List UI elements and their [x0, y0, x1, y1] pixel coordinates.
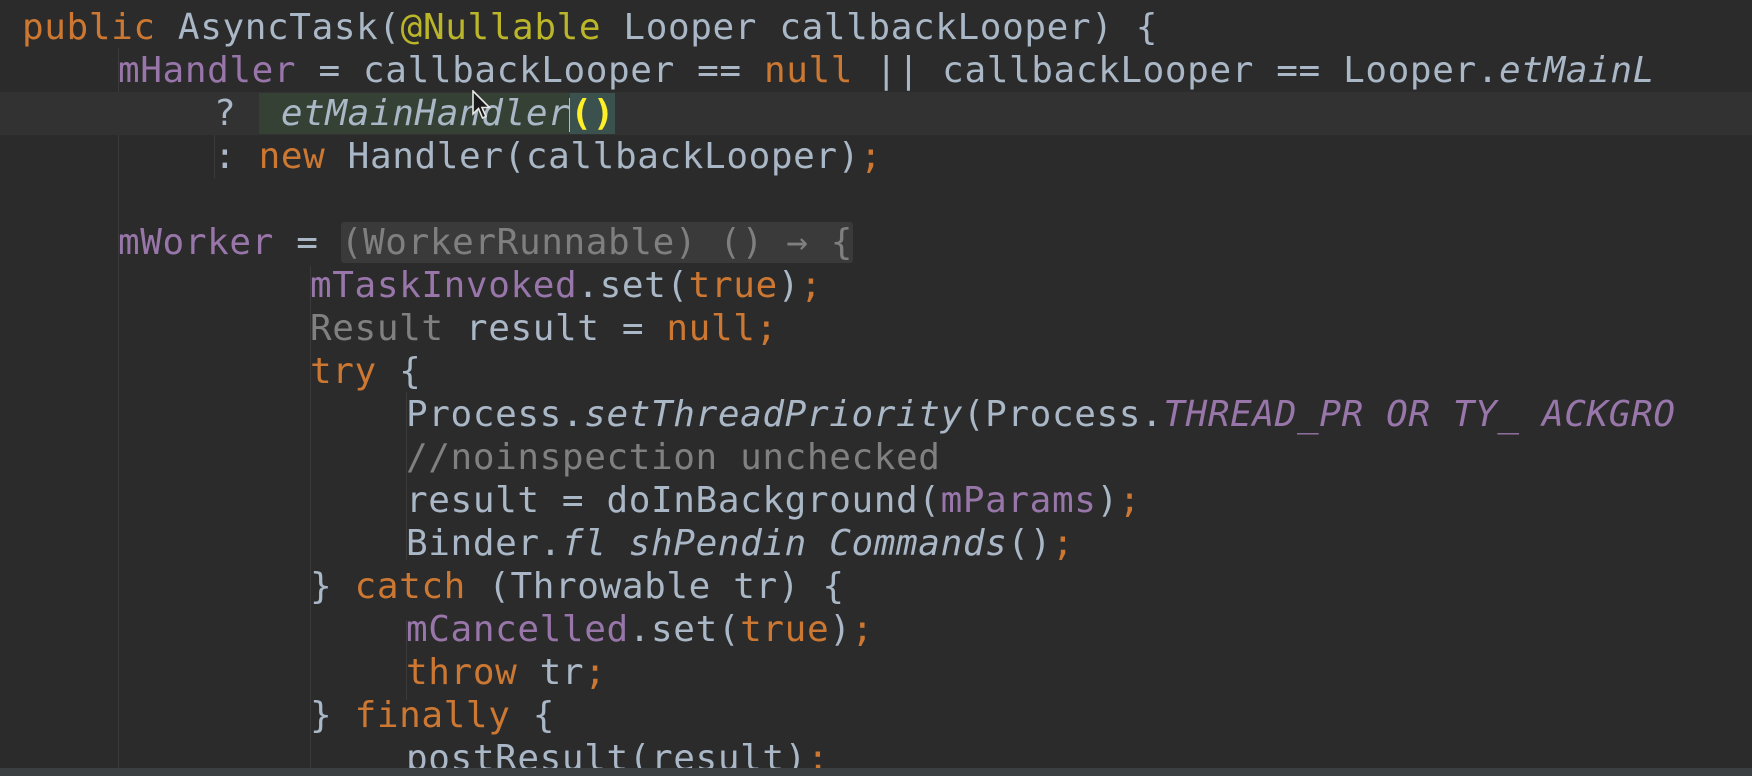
code-token: Handler(callbackLooper)	[347, 136, 860, 177]
code-line-content: mCancelled.set(true);	[406, 608, 874, 651]
code-token: }	[310, 695, 355, 736]
code-token: ?	[214, 93, 259, 134]
code-line-content: try {	[310, 350, 421, 393]
code-line[interactable]: : new Handler(callbackLooper);	[0, 135, 1752, 178]
code-token: catch	[354, 566, 466, 607]
code-token: THREAD_PR OR TY_ ACKGRO	[1163, 394, 1676, 435]
code-token: )	[829, 609, 852, 650]
code-line[interactable]: mCancelled.set(true);	[0, 608, 1752, 651]
code-line-content: : new Handler(callbackLooper);	[214, 135, 882, 178]
code-token: new	[258, 136, 348, 177]
code-token: (Throwable tr) {	[465, 566, 845, 607]
code-token: || callbackLooper == Looper.	[853, 50, 1500, 91]
code-line-content: result = doInBackground(mParams);	[406, 479, 1141, 522]
code-token: Looper callbackLooper) {	[601, 7, 1158, 48]
code-token: }	[310, 566, 355, 607]
code-line[interactable]: //noinspection unchecked	[0, 436, 1752, 479]
code-editor[interactable]: public AsyncTask(@Nullable Looper callba…	[0, 0, 1752, 776]
code-token: ;	[584, 652, 607, 693]
code-token: tr	[517, 652, 585, 693]
code-token: result =	[443, 308, 667, 349]
code-line[interactable]	[0, 178, 1752, 221]
code-line-content: mHandler = callbackLooper == null || cal…	[118, 49, 1655, 92]
code-token: .set(	[628, 609, 741, 650]
code-line[interactable]: Binder.fl shPendin Commands();	[0, 522, 1752, 565]
mouse-arrow-icon	[472, 90, 492, 120]
code-token: .set(	[577, 265, 689, 306]
code-line[interactable]: } finally {	[0, 694, 1752, 737]
code-token: true	[740, 609, 830, 650]
code-token: mWorker	[118, 222, 274, 263]
code-line-content: //noinspection unchecked	[406, 436, 941, 479]
code-line[interactable]: public AsyncTask(@Nullable Looper callba…	[0, 6, 1752, 49]
code-token: )	[777, 265, 801, 306]
code-token: result = doInBackground(	[406, 480, 941, 521]
code-token: ;	[851, 609, 874, 650]
code-line-content: mTaskInvoked.set(true);	[310, 264, 822, 307]
current-code-line[interactable]: ? etMainHandler()	[0, 92, 1752, 135]
code-token: fl shPendin Commands	[561, 523, 1008, 564]
code-line-content: mWorker = (WorkerRunnable) () → {	[118, 221, 854, 264]
code-token: finally	[354, 695, 511, 736]
code-token: ()	[570, 93, 615, 134]
code-token: public	[22, 7, 178, 48]
code-line-content: ? etMainHandler()	[214, 92, 615, 135]
code-token: throw	[406, 652, 518, 693]
code-token: try	[310, 351, 377, 392]
code-line-content: Process.setThreadPriority(Process.THREAD…	[406, 393, 1676, 436]
code-token: mTaskInvoked	[310, 265, 578, 306]
code-line[interactable]: try {	[0, 350, 1752, 393]
code-token: ()	[1007, 523, 1052, 564]
code-token: @Nullable	[400, 7, 602, 48]
code-token: setThreadPriority	[584, 394, 963, 435]
code-line[interactable]: mWorker = (WorkerRunnable) () → {	[0, 221, 1752, 264]
code-token: mCancelled	[406, 609, 629, 650]
code-token: mHandler	[118, 50, 297, 91]
code-token: //noinspection unchecked	[406, 437, 941, 478]
code-line[interactable]: throw tr;	[0, 651, 1752, 694]
code-token: :	[214, 136, 259, 177]
code-token: ;	[755, 308, 778, 349]
code-line-content: Binder.fl shPendin Commands();	[406, 522, 1074, 565]
code-token: etMainHandler	[258, 93, 571, 134]
code-token: Binder.	[406, 523, 562, 564]
code-line[interactable]: mHandler = callbackLooper == null || cal…	[0, 49, 1752, 92]
code-token: true	[688, 265, 778, 306]
code-line-content: } catch (Throwable tr) {	[310, 565, 845, 608]
code-token: )	[1096, 480, 1119, 521]
code-token: Process.	[406, 394, 585, 435]
code-line[interactable]: } catch (Throwable tr) {	[0, 565, 1752, 608]
code-token: (WorkerRunnable) () → {	[340, 222, 854, 263]
code-token: null	[666, 308, 756, 349]
code-token: =	[273, 222, 341, 263]
code-line[interactable]: Process.setThreadPriority(Process.THREAD…	[0, 393, 1752, 436]
code-token: etMainL	[1499, 50, 1655, 91]
code-token: ;	[1051, 523, 1075, 564]
code-line-content: throw tr;	[406, 651, 606, 694]
code-token: = callbackLooper ==	[296, 50, 764, 91]
code-line[interactable]: mTaskInvoked.set(true);	[0, 264, 1752, 307]
code-line-content: Result result = null;	[310, 307, 778, 350]
code-token: null	[763, 50, 854, 91]
code-token: ;	[859, 136, 883, 177]
code-line[interactable]: result = doInBackground(mParams);	[0, 479, 1752, 522]
code-token: {	[376, 351, 422, 392]
code-line-content: } finally {	[310, 694, 555, 737]
code-line[interactable]: Result result = null;	[0, 307, 1752, 350]
code-token: (Process.	[962, 394, 1164, 435]
code-token: mParams	[940, 480, 1097, 521]
editor-bottom-edge	[0, 768, 1752, 776]
code-token: {	[510, 695, 556, 736]
code-line-content: public AsyncTask(@Nullable Looper callba…	[22, 6, 1158, 49]
code-token: ;	[800, 265, 823, 306]
code-token: ;	[1118, 480, 1142, 521]
code-token: AsyncTask(	[177, 7, 401, 48]
code-token: Result	[310, 308, 444, 349]
